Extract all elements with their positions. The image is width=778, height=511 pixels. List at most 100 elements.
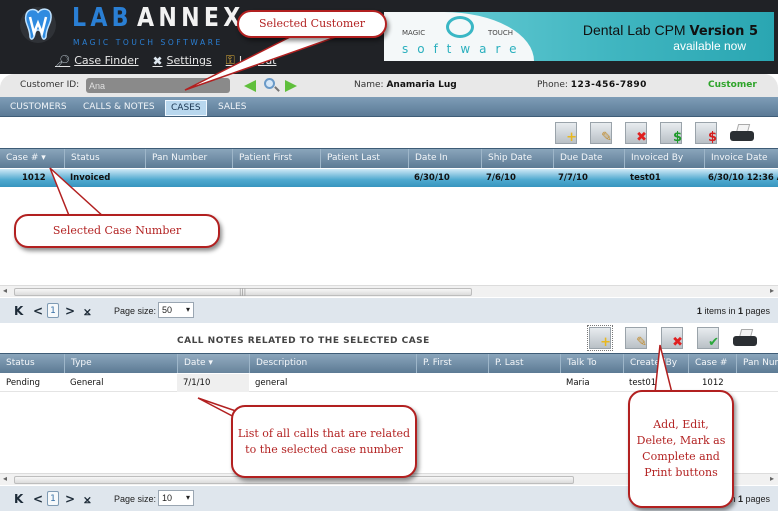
tab-cases[interactable]: CASES [165,100,207,116]
cases-toolbar: + ✎ ✖ $ $ [555,122,754,148]
col-ship-date[interactable]: Ship Date [481,149,553,168]
current-page[interactable]: 1 [47,491,59,506]
cell-due-date: 7/7/10 [558,173,588,183]
next-page-button[interactable]: > [65,304,75,318]
col-note-pan-number[interactable]: Pan Num [736,354,778,373]
case-row[interactable]: 1012 Invoiced 6/30/10 7/6/10 7/7/10 test… [0,169,778,187]
page-size-select[interactable]: 10 ▾ [158,490,194,506]
scroll-left-icon[interactable]: ◂ [3,286,7,295]
current-page[interactable]: 1 [47,303,59,318]
nav-logout-label: Logout [238,54,277,67]
col-note-p-first[interactable]: P. First [416,354,488,373]
col-note-created-by[interactable]: CreatedBy [623,354,688,373]
scroll-left-icon[interactable]: ◂ [3,474,7,483]
tab-customers[interactable]: CUSTOMERS [5,100,72,116]
nav-logout[interactable]: ⚿ Logout [226,53,277,68]
customer-status: Customer [708,80,757,90]
customer-name-label: Name: [354,80,384,90]
banner-brand-bottom: software [402,42,526,56]
page-size-select[interactable]: 50 ▾ [158,302,194,318]
tab-calls-notes[interactable]: CALLS & NOTES [78,100,160,116]
customer-phone-value: 123-456-7890 [570,80,647,90]
top-nav: 🔎︎ Case Finder ✖ Settings ⚿ Logout [55,53,276,68]
next-customer-icon[interactable] [285,80,297,92]
col-note-date[interactable]: Date ▾ [177,354,249,373]
key-icon: ⚿ [225,53,235,67]
delete-case-icon: ✖ [636,130,647,145]
void-invoice-button[interactable]: $ [695,122,717,145]
prev-page-button[interactable]: < [33,304,43,318]
col-status[interactable]: Status [64,149,145,168]
chevron-down-icon: ▾ [185,305,190,314]
tooth-logo-icon [20,7,56,43]
edit-case-button[interactable]: ✎ [590,122,612,145]
mark-complete-icon: ✔ [708,335,719,350]
promo-banner[interactable]: MAGIC TOUCH software Dental Lab CPM Vers… [384,12,774,61]
cell-note-talk-to: Maria [566,378,590,388]
cell-note-created-by: test01 [629,378,657,388]
last-page-button[interactable]: ⨲ [84,304,91,319]
nav-case-finder-label: Case Finder [74,54,139,67]
cases-horizontal-scrollbar[interactable]: ◂ ||| ▸ [0,285,778,297]
scroll-right-icon[interactable]: ▸ [770,286,774,295]
edit-note-button[interactable]: ✎ [625,327,647,350]
cell-invoiced-by: test01 [630,173,661,183]
col-pan-number[interactable]: Pan Number [145,149,232,168]
nav-case-finder[interactable]: 🔎︎ Case Finder [55,53,138,68]
col-invoice-date[interactable]: Invoice Date [704,149,778,168]
col-patient-last[interactable]: Patient Last [320,149,408,168]
call-notes-title: CALL NOTES RELATED TO THE SELECTED CASE [177,336,430,346]
cell-case-number: 1012 [22,173,46,183]
first-page-button[interactable]: K [14,304,23,318]
print-notes-button[interactable] [733,327,757,349]
last-page-button[interactable]: ⨲ [84,492,91,507]
magnifier-icon: 🔎︎ [55,53,71,68]
col-date-in[interactable]: Date In [408,149,481,168]
customer-id-input[interactable] [86,78,230,93]
banner-headline-bold: Version 5 [689,24,758,39]
col-invoiced-by[interactable]: Invoiced By [624,149,704,168]
cell-date-in: 6/30/10 [414,173,450,183]
cell-note-case-number: 1012 [702,378,724,388]
mark-complete-button[interactable]: ✔ [697,327,719,350]
first-page-button[interactable]: K [14,492,23,506]
page-size-label: Page size: [114,306,157,316]
nav-settings[interactable]: ✖ Settings [152,53,211,68]
tab-sales[interactable]: SALES [213,100,251,116]
search-customer-icon[interactable] [264,78,275,89]
prev-page-button[interactable]: < [33,492,43,506]
cell-note-description: general [255,378,288,388]
col-case-number[interactable]: Case # ▾ [0,149,64,168]
add-case-button[interactable]: + [555,122,577,145]
invoice-icon: $ [672,130,682,145]
col-note-type[interactable]: Type [64,354,177,373]
void-invoice-icon: $ [707,130,717,145]
items-mid: items in [701,306,738,316]
previous-customer-icon[interactable] [244,80,256,92]
col-note-status[interactable]: Status [0,354,64,373]
tools-icon: ✖ [152,53,163,68]
page-size-value: 10 [162,493,173,503]
banner-brand-right: TOUCH [488,29,514,37]
logo-text-lab: LAB [72,3,133,33]
print-cases-button[interactable] [730,122,754,144]
add-note-button[interactable]: + [587,325,613,351]
col-note-description[interactable]: Description [249,354,416,373]
col-note-talk-to[interactable]: Talk To [560,354,623,373]
col-due-date[interactable]: Due Date [553,149,624,168]
delete-note-button[interactable]: ✖ [661,327,683,350]
scroll-right-icon[interactable]: ▸ [770,474,774,483]
next-page-button[interactable]: > [65,492,75,506]
customer-name: Name: Anamaria Lug [354,80,457,90]
scrollbar-thumb[interactable]: ||| [14,288,472,296]
page-size-label: Page size: [114,494,157,504]
delete-case-button[interactable]: ✖ [625,122,647,145]
nav-settings-label: Settings [166,54,212,67]
page-size-value: 50 [162,305,173,315]
col-patient-first[interactable]: Patient First [232,149,320,168]
col-note-case-number[interactable]: Case # [688,354,736,373]
invoice-case-button[interactable]: $ [660,122,682,145]
banner-headline-prefix: Dental Lab CPM [582,22,690,38]
col-note-p-last[interactable]: P. Last [488,354,560,373]
banner-subline: available now [673,39,746,53]
